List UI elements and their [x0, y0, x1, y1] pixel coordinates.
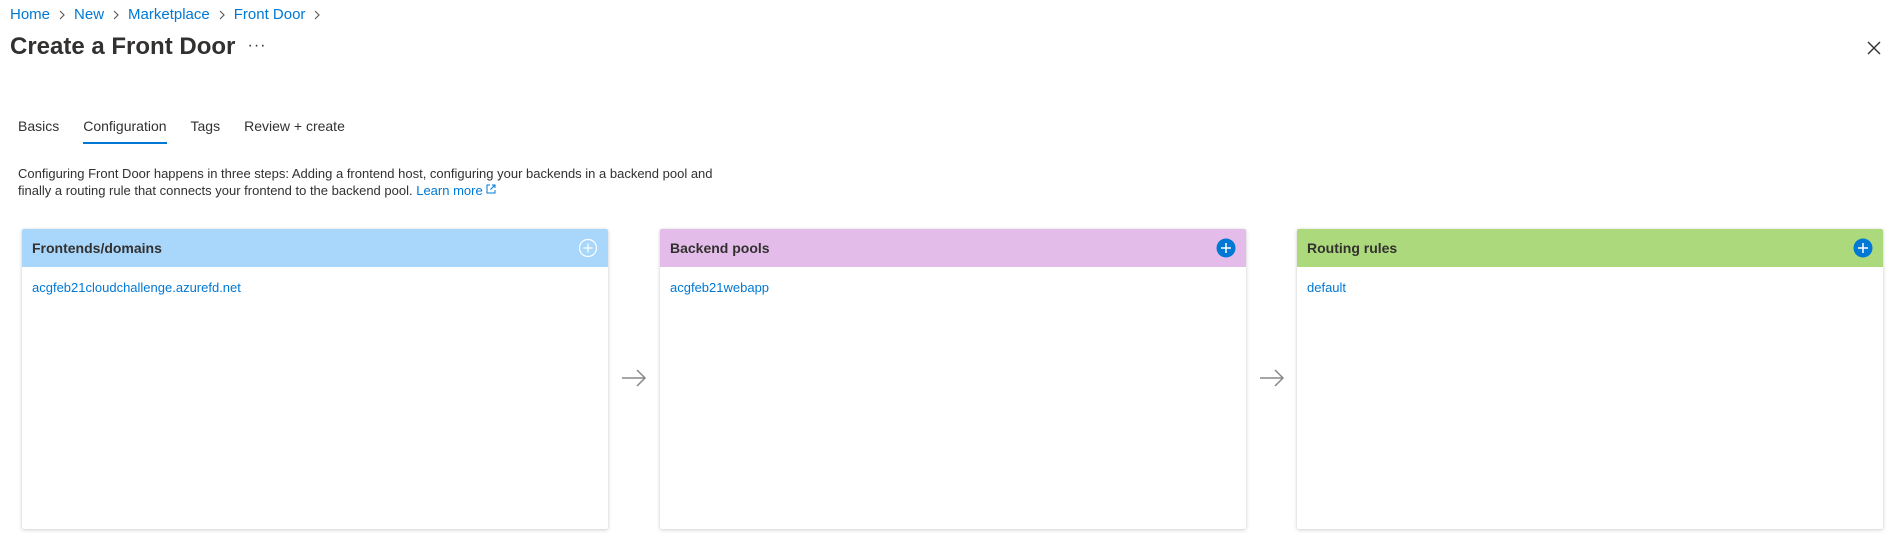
- tab-review-create[interactable]: Review + create: [244, 116, 345, 144]
- routing-rule-item[interactable]: default: [1307, 279, 1873, 297]
- frontends-card-header: Frontends/domains: [22, 229, 608, 267]
- configuration-description: Configuring Front Door happens in three …: [18, 165, 738, 199]
- backend-pools-card-header: Backend pools: [660, 229, 1246, 267]
- ellipsis-icon: ···: [247, 37, 267, 54]
- backend-pools-card-title: Backend pools: [670, 240, 770, 256]
- backend-pools-card: Backend pools acgfeb21webapp: [660, 229, 1246, 529]
- learn-more-link[interactable]: Learn more: [416, 183, 496, 198]
- chevron-right-icon: [210, 5, 234, 25]
- description-text: Configuring Front Door happens in three …: [18, 166, 713, 198]
- breadcrumb-front-door[interactable]: Front Door: [234, 5, 306, 25]
- backend-pools-list: acgfeb21webapp: [660, 267, 1246, 309]
- breadcrumb-home[interactable]: Home: [10, 5, 50, 25]
- chevron-right-icon: [104, 5, 128, 25]
- frontends-list: acgfeb21cloudchallenge.azurefd.net: [22, 267, 608, 309]
- add-routing-rule-button[interactable]: [1853, 238, 1873, 258]
- routing-rules-card: Routing rules default: [1297, 229, 1883, 529]
- routing-rules-card-header: Routing rules: [1297, 229, 1883, 267]
- learn-more-label: Learn more: [416, 183, 483, 198]
- close-button[interactable]: [1862, 36, 1886, 60]
- tab-list: Basics Configuration Tags Review + creat…: [18, 116, 369, 144]
- chevron-right-icon: [305, 5, 329, 25]
- breadcrumb: Home New Marketplace Front Door: [10, 5, 329, 25]
- frontends-card-title: Frontends/domains: [32, 240, 162, 256]
- routing-rules-card-title: Routing rules: [1307, 240, 1398, 256]
- tab-configuration[interactable]: Configuration: [83, 116, 167, 144]
- backend-pool-item[interactable]: acgfeb21webapp: [670, 279, 1236, 297]
- add-backend-pool-button[interactable]: [1216, 238, 1236, 258]
- add-frontend-button[interactable]: [578, 238, 598, 258]
- chevron-right-icon: [50, 5, 74, 25]
- external-link-icon: [486, 184, 496, 194]
- more-options-button[interactable]: ···: [246, 36, 268, 56]
- create-front-door-page: Home New Marketplace Front Door Create a…: [0, 0, 1896, 541]
- frontends-card: Frontends/domains acgfeb21cloudchallenge…: [22, 229, 608, 529]
- tab-tags[interactable]: Tags: [191, 116, 221, 144]
- frontend-item[interactable]: acgfeb21cloudchallenge.azurefd.net: [32, 279, 598, 297]
- arrow-right-icon: [622, 369, 647, 387]
- breadcrumb-marketplace[interactable]: Marketplace: [128, 5, 210, 25]
- tab-basics[interactable]: Basics: [18, 116, 59, 144]
- close-icon: [1867, 41, 1881, 55]
- breadcrumb-new[interactable]: New: [74, 5, 104, 25]
- arrow-right-icon: [1260, 369, 1285, 387]
- routing-rules-list: default: [1297, 267, 1883, 309]
- page-title: Create a Front Door: [10, 33, 236, 60]
